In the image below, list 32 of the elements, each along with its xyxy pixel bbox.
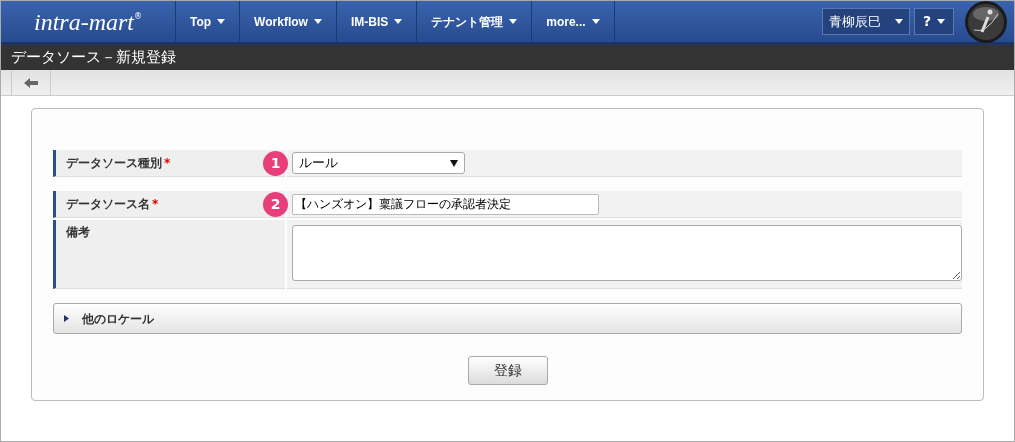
info-logo-icon[interactable]: [964, 1, 1008, 44]
field-label: データソース種別: [66, 155, 162, 172]
required-mark: *: [164, 155, 171, 172]
field-label: データソース名: [66, 196, 150, 213]
select-field[interactable]: ルール: [292, 152, 465, 174]
locale-accordion-header[interactable]: 他のロケール: [53, 303, 962, 334]
caret-icon: [895, 19, 903, 24]
nav-menu-item[interactable]: Top: [175, 1, 240, 42]
textarea-field[interactable]: [292, 225, 962, 281]
caret-icon: [509, 19, 518, 24]
registered-mark: ®: [134, 11, 142, 21]
caret-icon: [937, 19, 946, 24]
user-menu-button[interactable]: 青柳辰巳: [822, 8, 910, 35]
back-button[interactable]: [11, 70, 51, 95]
nav-menu-item[interactable]: テナント管理: [416, 1, 532, 42]
field-label: 備考: [66, 224, 90, 241]
input-field[interactable]: 【ハンズオン】稟議フローの承認者決定: [292, 193, 599, 215]
dropdown-arrow-icon: [450, 159, 458, 167]
nav-menu-item[interactable]: IM-BIS: [335, 1, 417, 42]
required-mark: *: [152, 196, 159, 213]
register-button[interactable]: 登録: [467, 356, 548, 385]
caret-icon: [313, 19, 322, 24]
page-title: データソース－新規登録: [11, 47, 176, 69]
caret-icon: [591, 19, 600, 24]
caret-icon: [394, 19, 403, 24]
back-arrow-icon: [24, 77, 38, 88]
help-menu-button[interactable]: ?: [914, 8, 954, 35]
caret-icon: [217, 19, 226, 24]
caret-right-icon: [64, 315, 70, 322]
nav-menu-item[interactable]: Workflow: [239, 1, 336, 42]
logo: intra-mart: [34, 7, 134, 37]
nav-menu-item[interactable]: more...: [531, 1, 614, 42]
